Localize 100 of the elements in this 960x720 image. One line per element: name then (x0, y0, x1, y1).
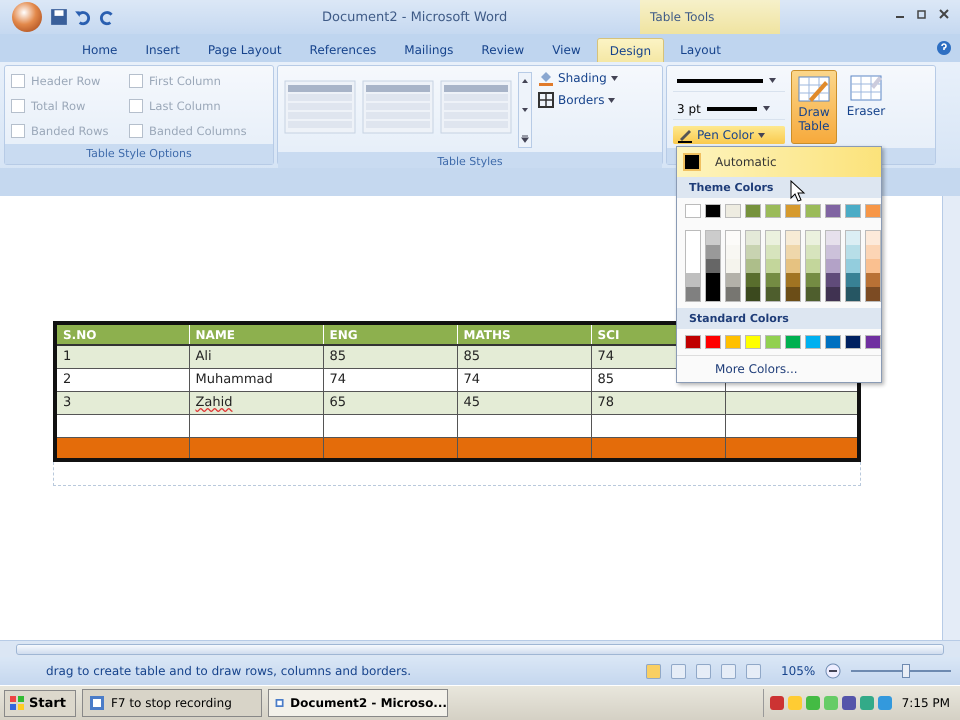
table-cell: 45 (457, 391, 591, 414)
undo-icon[interactable] (74, 8, 92, 26)
shade-swatch-column[interactable] (805, 230, 821, 302)
ribbon-tab[interactable]: View (540, 38, 593, 62)
taskbar-button[interactable]: Document2 - Microso... (268, 689, 448, 717)
help-icon[interactable] (936, 40, 952, 56)
caret-icon (769, 78, 776, 83)
color-swatch[interactable] (745, 204, 761, 218)
save-icon[interactable] (50, 8, 68, 26)
color-swatch[interactable] (745, 335, 761, 349)
shade-swatch-column[interactable] (725, 230, 741, 302)
shade-swatch-column[interactable] (685, 230, 701, 302)
ribbon-tab[interactable]: Design (596, 38, 664, 62)
tray-icon[interactable] (878, 696, 892, 710)
window-title: Document2 - Microsoft Word (322, 10, 508, 25)
color-swatch[interactable] (705, 335, 721, 349)
color-swatch[interactable] (785, 204, 801, 218)
windows-flag-icon (9, 695, 25, 711)
zoom-level: 105% (781, 664, 816, 678)
more-icon[interactable] (521, 135, 529, 143)
zoom-thumb[interactable] (902, 664, 910, 678)
mouse-pointer-icon (790, 180, 806, 202)
pen-color-button[interactable]: Pen Color (673, 126, 785, 144)
color-swatch[interactable] (825, 204, 841, 218)
view-button[interactable] (646, 664, 661, 678)
shading-button[interactable]: Shading (538, 70, 618, 86)
tray-icon[interactable] (770, 696, 784, 710)
view-button[interactable] (696, 664, 711, 678)
shade-swatch-column[interactable] (745, 230, 761, 302)
table-cell: Muhammad (189, 368, 323, 391)
table-style-thumbnail[interactable] (284, 80, 356, 134)
color-swatch[interactable] (865, 335, 881, 349)
horizontal-scrollbar[interactable] (0, 640, 960, 657)
shade-swatch-column[interactable] (705, 230, 721, 302)
color-swatch[interactable] (785, 335, 801, 349)
color-swatch[interactable] (725, 204, 741, 218)
menu-heading: Standard Colors (677, 308, 881, 329)
table-cell: 3 (55, 391, 189, 414)
ribbon-tab[interactable]: Mailings (392, 38, 466, 62)
color-swatch[interactable] (765, 335, 781, 349)
header-cell: MATHS (457, 323, 591, 345)
scroll-up-icon[interactable] (521, 77, 529, 85)
menu-heading: Theme Colors (677, 177, 881, 198)
table-cell: 85 (457, 345, 591, 368)
vertical-scrollbar[interactable] (942, 196, 960, 640)
caret-icon (610, 76, 618, 80)
shade-swatch-column[interactable] (785, 230, 801, 302)
shade-swatch-column[interactable] (865, 230, 881, 302)
ribbon-tab[interactable]: References (298, 38, 388, 62)
draw-table-button[interactable]: Draw Table (791, 70, 837, 144)
color-swatch[interactable] (845, 335, 861, 349)
line-weight-dropdown[interactable]: 3 pt (673, 98, 785, 120)
table-cell: 85 (323, 345, 457, 368)
view-button[interactable] (746, 664, 761, 678)
color-swatch[interactable] (865, 204, 881, 218)
table-cell: 74 (323, 368, 457, 391)
restore-icon[interactable] (916, 8, 928, 20)
table-cell: 65 (323, 391, 457, 414)
office-button[interactable] (12, 2, 42, 32)
ribbon-tab[interactable]: Review (469, 38, 536, 62)
ribbon-tab[interactable]: Layout (668, 38, 733, 62)
table-cell: 2 (55, 368, 189, 391)
table-style-thumbnail[interactable] (440, 80, 512, 134)
color-swatch[interactable] (845, 204, 861, 218)
table-cell: Zahid (189, 391, 323, 414)
color-swatch[interactable] (825, 335, 841, 349)
color-swatch[interactable] (805, 335, 821, 349)
shade-swatch-column[interactable] (845, 230, 861, 302)
tray-icon[interactable] (842, 696, 856, 710)
borders-button[interactable]: Borders (538, 92, 618, 108)
color-swatch[interactable] (685, 204, 701, 218)
header-cell: ENG (323, 323, 457, 345)
eraser-button[interactable]: Eraser (843, 70, 889, 144)
caret-icon (762, 106, 770, 111)
view-button[interactable] (721, 664, 736, 678)
taskbar-button[interactable]: F7 to stop recording (82, 689, 262, 717)
clock: 7:15 PM (902, 696, 950, 710)
ribbon-tab[interactable]: Home (70, 38, 130, 62)
header-cell: S.NO (55, 323, 189, 345)
shade-swatch-column[interactable] (765, 230, 781, 302)
automatic-option[interactable]: Automatic (677, 147, 881, 177)
color-swatch[interactable] (805, 204, 821, 218)
table-style-thumbnail[interactable] (362, 80, 434, 134)
scroll-down-icon[interactable] (521, 106, 529, 114)
start-button[interactable]: Start (4, 690, 76, 716)
shade-swatch-column[interactable] (825, 230, 841, 302)
ribbon-tab[interactable]: Insert (133, 38, 192, 62)
view-button[interactable] (671, 664, 686, 678)
more-colors-option[interactable]: More Colors... (677, 355, 881, 378)
tray-icon[interactable] (860, 696, 874, 710)
table-cell: 1 (55, 345, 189, 368)
line-style-icon (677, 78, 763, 82)
color-swatch[interactable] (685, 335, 701, 349)
caret-icon (608, 98, 616, 102)
ribbon-tab[interactable]: Page Layout (196, 38, 294, 62)
color-swatch[interactable] (705, 204, 721, 218)
color-swatch[interactable] (765, 204, 781, 218)
close-icon[interactable] (938, 8, 950, 20)
zoom-out-icon[interactable] (825, 663, 842, 679)
color-swatch[interactable] (725, 335, 741, 349)
